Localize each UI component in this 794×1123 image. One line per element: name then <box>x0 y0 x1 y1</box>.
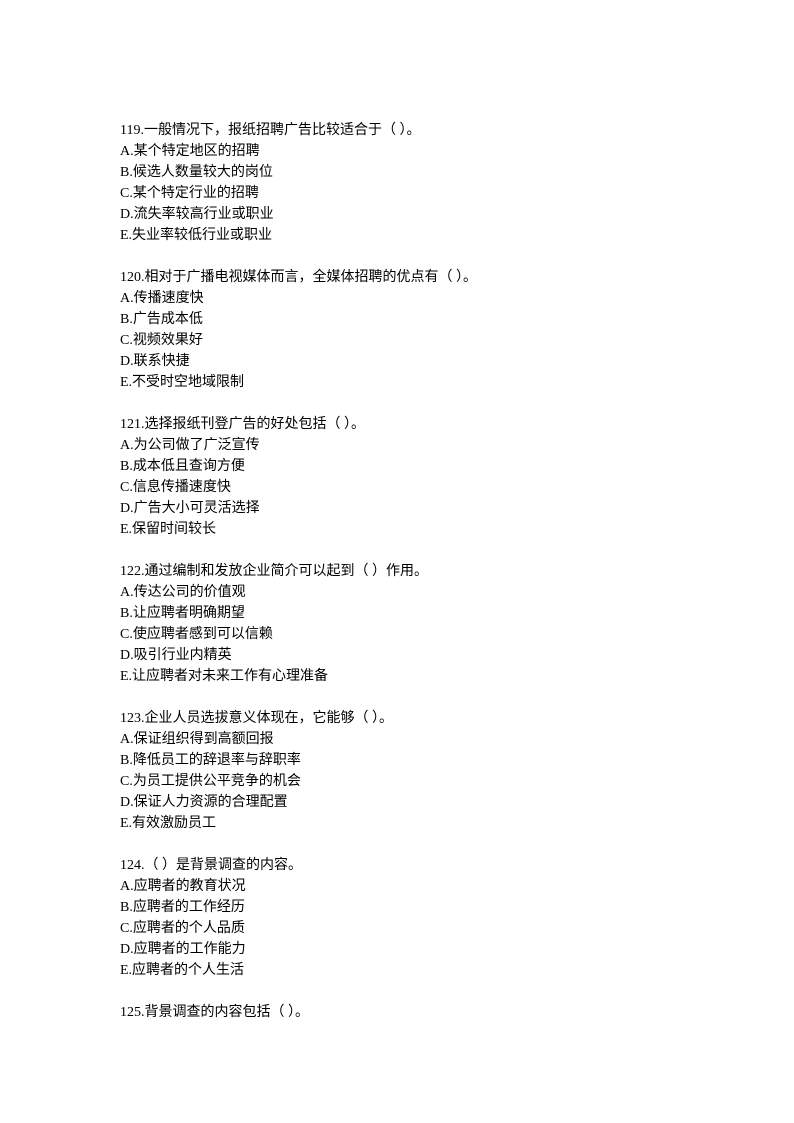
question-123: 123.企业人员选拔意义体现在，它能够（ ）。 A.保证组织得到高额回报 B.降… <box>120 708 674 834</box>
option-d: D.应聘者的工作能力 <box>120 939 674 960</box>
question-text: 121.选择报纸刊登广告的好处包括（ ）。 <box>120 414 674 435</box>
question-125: 125.背景调查的内容包括（ ）。 <box>120 1002 674 1023</box>
option-c: C.某个特定行业的招聘 <box>120 183 674 204</box>
option-b: B.成本低且查询方便 <box>120 456 674 477</box>
option-a: A.传达公司的价值观 <box>120 582 674 603</box>
question-text: 125.背景调查的内容包括（ ）。 <box>120 1002 674 1023</box>
question-text: 120.相对于广播电视媒体而言，全媒体招聘的优点有（ ）。 <box>120 267 674 288</box>
option-e: E.不受时空地域限制 <box>120 372 674 393</box>
option-b: B.广告成本低 <box>120 309 674 330</box>
option-c: C.信息传播速度快 <box>120 477 674 498</box>
option-a: A.为公司做了广泛宣传 <box>120 435 674 456</box>
option-d: D.流失率较高行业或职业 <box>120 204 674 225</box>
question-text: 119.一般情况下，报纸招聘广告比较适合于（ ）。 <box>120 120 674 141</box>
option-a: A.传播速度快 <box>120 288 674 309</box>
question-124: 124.（ ）是背景调查的内容。 A.应聘者的教育状况 B.应聘者的工作经历 C… <box>120 855 674 981</box>
option-b: B.让应聘者明确期望 <box>120 603 674 624</box>
question-122: 122.通过编制和发放企业简介可以起到（ ）作用。 A.传达公司的价值观 B.让… <box>120 561 674 687</box>
option-e: E.让应聘者对未来工作有心理准备 <box>120 666 674 687</box>
option-b: B.应聘者的工作经历 <box>120 897 674 918</box>
option-e: E.保留时间较长 <box>120 519 674 540</box>
option-e: E.有效激励员工 <box>120 813 674 834</box>
document-content: 119.一般情况下，报纸招聘广告比较适合于（ ）。 A.某个特定地区的招聘 B.… <box>120 120 674 1023</box>
question-119: 119.一般情况下，报纸招聘广告比较适合于（ ）。 A.某个特定地区的招聘 B.… <box>120 120 674 246</box>
option-e: E.应聘者的个人生活 <box>120 960 674 981</box>
option-d: D.联系快捷 <box>120 351 674 372</box>
question-text: 122.通过编制和发放企业简介可以起到（ ）作用。 <box>120 561 674 582</box>
question-text: 123.企业人员选拔意义体现在，它能够（ ）。 <box>120 708 674 729</box>
question-text: 124.（ ）是背景调查的内容。 <box>120 855 674 876</box>
option-c: C.应聘者的个人品质 <box>120 918 674 939</box>
option-c: C.为员工提供公平竞争的机会 <box>120 771 674 792</box>
option-a: A.应聘者的教育状况 <box>120 876 674 897</box>
option-d: D.广告大小可灵活选择 <box>120 498 674 519</box>
option-e: E.失业率较低行业或职业 <box>120 225 674 246</box>
option-d: D.保证人力资源的合理配置 <box>120 792 674 813</box>
option-b: B.降低员工的辞退率与辞职率 <box>120 750 674 771</box>
option-a: A.保证组织得到高额回报 <box>120 729 674 750</box>
question-120: 120.相对于广播电视媒体而言，全媒体招聘的优点有（ ）。 A.传播速度快 B.… <box>120 267 674 393</box>
option-c: C.视频效果好 <box>120 330 674 351</box>
option-b: B.候选人数量较大的岗位 <box>120 162 674 183</box>
option-a: A.某个特定地区的招聘 <box>120 141 674 162</box>
option-d: D.吸引行业内精英 <box>120 645 674 666</box>
question-121: 121.选择报纸刊登广告的好处包括（ ）。 A.为公司做了广泛宣传 B.成本低且… <box>120 414 674 540</box>
option-c: C.使应聘者感到可以信赖 <box>120 624 674 645</box>
